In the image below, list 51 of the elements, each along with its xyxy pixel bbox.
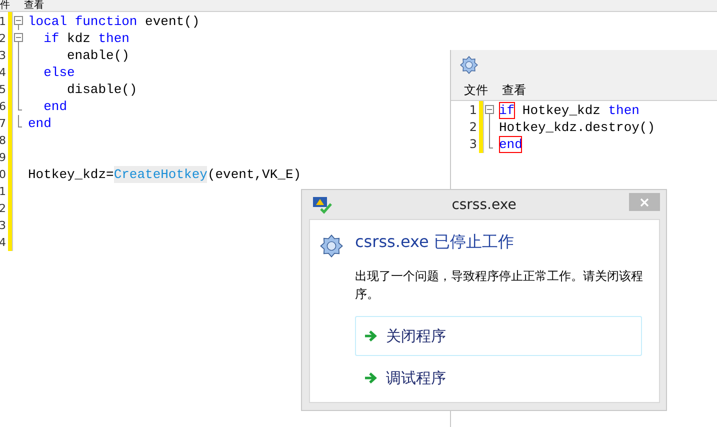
- code-keyword: else: [42, 64, 75, 81]
- dialog-heading: csrss.exe 已停止工作: [355, 232, 515, 253]
- line-number: 1: [0, 184, 7, 200]
- line-number: 3: [469, 136, 478, 153]
- menu-item[interactable]: 查看: [24, 0, 44, 11]
- code-keyword: if: [42, 30, 60, 47]
- close-icon: [640, 198, 649, 206]
- line-number: 3: [0, 48, 7, 64]
- code-keyword: then: [608, 102, 640, 119]
- option-link[interactable]: 关闭程序: [355, 316, 642, 356]
- line-number: 5: [0, 82, 7, 98]
- code-keyword: local: [28, 13, 68, 30]
- code-text: event(): [144, 13, 200, 30]
- code-text: Hotkey_kdz=: [28, 166, 114, 183]
- code-text: enable(): [66, 47, 130, 64]
- code-keyword: then: [98, 30, 130, 47]
- code-text: Hotkey_kdz: [521, 102, 602, 119]
- code-text: kdz: [66, 30, 92, 47]
- dialog-title: csrss.exe: [452, 196, 516, 212]
- fold-toggle-icon[interactable]: [13, 13, 25, 30]
- code-text: disable(): [66, 81, 138, 98]
- line-number: 7: [0, 116, 7, 132]
- menu-item[interactable]: 件: [0, 0, 10, 11]
- line-number: 9: [0, 150, 7, 166]
- code-keyword: function: [74, 13, 138, 30]
- arrow-icon: [364, 330, 378, 342]
- fold-toggle-icon[interactable]: [13, 30, 25, 47]
- line-number: 1: [0, 14, 7, 30]
- menu-item[interactable]: 查看: [502, 84, 526, 96]
- matched-keyword: if: [499, 102, 515, 119]
- line-number: 2: [0, 31, 7, 47]
- matched-keyword: end: [499, 136, 522, 153]
- line-number: 2: [0, 201, 7, 217]
- line-number: 1: [469, 102, 478, 119]
- app-icon: [460, 56, 478, 74]
- line-number: 6: [0, 99, 7, 115]
- fold-toggle-icon[interactable]: [484, 102, 496, 119]
- code-function-name: CreateHotkey: [114, 166, 208, 183]
- close-button[interactable]: [629, 193, 660, 211]
- line-number: 8: [0, 133, 7, 149]
- code-keyword: end: [42, 98, 68, 115]
- arrow-icon: [364, 372, 378, 384]
- error-message: 出现了一个问题，导致程序停止正常工作。请关闭该程序。: [355, 268, 644, 303]
- line-number: 3: [0, 218, 7, 234]
- line-number: 2: [469, 119, 478, 136]
- warning-monitor-icon: [312, 196, 332, 214]
- line-number: 0: [0, 167, 7, 183]
- code-keyword: end: [28, 115, 52, 132]
- code-text: Hotkey_kdz.destroy(): [499, 119, 656, 136]
- code-text: (event,VK_E): [207, 166, 302, 183]
- menu-item[interactable]: 文件: [464, 84, 488, 96]
